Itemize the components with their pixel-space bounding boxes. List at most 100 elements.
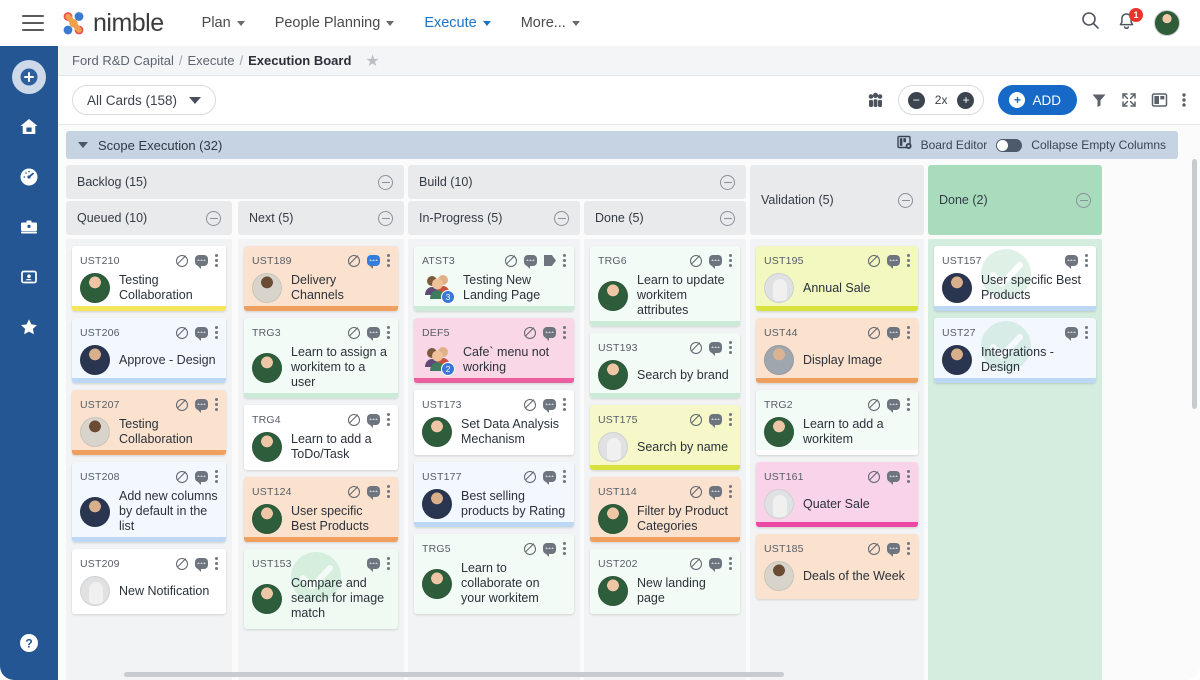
card-menu-icon[interactable] (563, 254, 566, 267)
card-menu-icon[interactable] (729, 413, 732, 426)
card[interactable]: UST114Filter by Product Categories (590, 477, 740, 542)
card-menu-icon[interactable] (387, 326, 390, 339)
card[interactable]: UST195Annual Sale (756, 246, 918, 311)
card[interactable]: UST161Quater Sale (756, 462, 918, 527)
card-menu-icon[interactable] (215, 254, 218, 267)
comment-icon[interactable] (195, 327, 208, 338)
blocked-icon[interactable] (524, 543, 536, 555)
nimble-logo[interactable]: nimble (60, 9, 164, 38)
comment-icon[interactable] (367, 327, 380, 338)
horizontal-scrollbar[interactable] (124, 672, 784, 677)
card-menu-icon[interactable] (387, 413, 390, 426)
card[interactable]: UST175Search by name (590, 405, 740, 470)
sidebar-item-favorites[interactable] (12, 310, 46, 344)
blocked-icon[interactable] (690, 342, 702, 354)
card-menu-icon[interactable] (215, 398, 218, 411)
blocked-icon[interactable] (176, 399, 188, 411)
expand-icon[interactable] (1121, 92, 1137, 108)
card[interactable]: UST209New Notification (72, 549, 226, 614)
card-menu-icon[interactable] (563, 326, 566, 339)
card[interactable]: TRG2Learn to add a workitem (756, 390, 918, 455)
column-inprogress-header[interactable]: In-Progress (5) (408, 201, 580, 235)
card-menu-icon[interactable] (563, 470, 566, 483)
card-menu-icon[interactable] (387, 485, 390, 498)
search-icon[interactable] (1081, 11, 1100, 35)
card[interactable]: UST193Search by brand (590, 333, 740, 398)
card[interactable]: UST210Testing Collaboration (72, 246, 226, 311)
column-done-sub-header[interactable]: Done (5) (584, 201, 746, 235)
card[interactable]: UST177Best selling products by Rating (414, 462, 574, 527)
comment-icon[interactable] (543, 543, 556, 554)
card-menu-icon[interactable] (563, 542, 566, 555)
comment-icon[interactable] (524, 255, 537, 266)
add-button[interactable]: + ADD (998, 85, 1077, 115)
collapse-column-icon[interactable] (554, 211, 569, 226)
column-group-build[interactable]: Build (10) (408, 165, 746, 199)
blocked-icon[interactable] (348, 255, 360, 267)
card-filter-dropdown[interactable]: All Cards (158) (72, 85, 216, 115)
comment-icon[interactable] (367, 558, 380, 569)
card[interactable]: UST206Approve - Design (72, 318, 226, 383)
card[interactable]: UST173Set Data Analysis Mechanism (414, 390, 574, 455)
card[interactable]: UST124User specific Best Products (244, 477, 398, 542)
card[interactable]: DEF52Cafe` menu not working (414, 318, 574, 383)
nav-item-more[interactable]: More... (521, 15, 580, 31)
column-queued-header[interactable]: Queued (10) (66, 201, 232, 235)
card-menu-icon[interactable] (907, 398, 910, 411)
sidebar-item-home[interactable] (12, 110, 46, 144)
card[interactable]: TRG4Learn to add a ToDo/Task (244, 405, 398, 470)
card[interactable]: UST153Compare and search for image match (244, 549, 398, 629)
card[interactable]: TRG3Learn to assign a workitem to a user (244, 318, 398, 398)
board-editor-icon[interactable] (897, 135, 912, 155)
card[interactable]: UST27Integrations - Design (934, 318, 1096, 383)
menu-hamburger-icon[interactable] (22, 15, 44, 31)
blocked-icon[interactable] (348, 486, 360, 498)
column-body-validation[interactable]: UST195Annual Sale UST44Display Image TRG2L… (750, 239, 924, 680)
card[interactable]: UST185Deals of the Week (756, 534, 918, 599)
card-menu-icon[interactable] (215, 557, 218, 570)
blocked-icon[interactable] (868, 399, 880, 411)
nav-item-people-planning[interactable]: People Planning (275, 15, 395, 31)
column-body-next[interactable]: UST189Delivery ChannelsTRG3Learn to assi… (238, 239, 404, 680)
card[interactable]: TRG6Learn to update workitem attributes (590, 246, 740, 326)
favorite-star-icon[interactable]: ★ (365, 51, 379, 71)
comment-icon[interactable] (195, 255, 208, 266)
card[interactable]: TRG5Learn to collaborate on your workite… (414, 534, 574, 614)
blocked-icon[interactable] (690, 486, 702, 498)
board-editor-label[interactable]: Board Editor (921, 138, 988, 152)
column-body-done[interactable]: UST157User specific Best ProductsUST27In… (928, 239, 1102, 680)
tag-icon[interactable] (544, 255, 556, 266)
comment-icon[interactable] (367, 414, 380, 425)
card-menu-icon[interactable] (907, 470, 910, 483)
blocked-icon[interactable] (690, 255, 702, 267)
comment-icon[interactable] (709, 486, 722, 497)
column-done-header[interactable]: Done (2) (928, 165, 1102, 235)
card[interactable]: UST44Display Image (756, 318, 918, 383)
more-vertical-icon[interactable] (1182, 92, 1186, 108)
card-menu-icon[interactable] (907, 254, 910, 267)
comment-icon[interactable] (543, 399, 556, 410)
blocked-icon[interactable] (348, 414, 360, 426)
zoom-in-button[interactable]: + (957, 92, 974, 109)
sidebar-item-briefcase[interactable] (12, 210, 46, 244)
collapse-empty-columns-toggle[interactable] (996, 139, 1022, 152)
column-next-header[interactable]: Next (5) (238, 201, 404, 235)
blocked-icon[interactable] (348, 327, 360, 339)
comment-icon[interactable] (887, 471, 900, 482)
comment-icon[interactable] (195, 399, 208, 410)
vertical-scrollbar[interactable] (1192, 159, 1197, 409)
comment-icon[interactable] (887, 543, 900, 554)
sidebar-item-presentation[interactable] (12, 260, 46, 294)
card-menu-icon[interactable] (907, 326, 910, 339)
blocked-icon[interactable] (868, 255, 880, 267)
blocked-icon[interactable] (176, 471, 188, 483)
nav-item-plan[interactable]: Plan (202, 15, 245, 31)
column-validation-header[interactable]: Validation (5) (750, 165, 924, 235)
card-menu-icon[interactable] (215, 470, 218, 483)
breadcrumb-section[interactable]: Execute (188, 53, 235, 68)
collapse-lane-icon[interactable] (78, 142, 88, 148)
comment-icon[interactable] (709, 558, 722, 569)
blocked-icon[interactable] (176, 255, 188, 267)
card-menu-icon[interactable] (387, 254, 390, 267)
comment-icon[interactable] (195, 471, 208, 482)
